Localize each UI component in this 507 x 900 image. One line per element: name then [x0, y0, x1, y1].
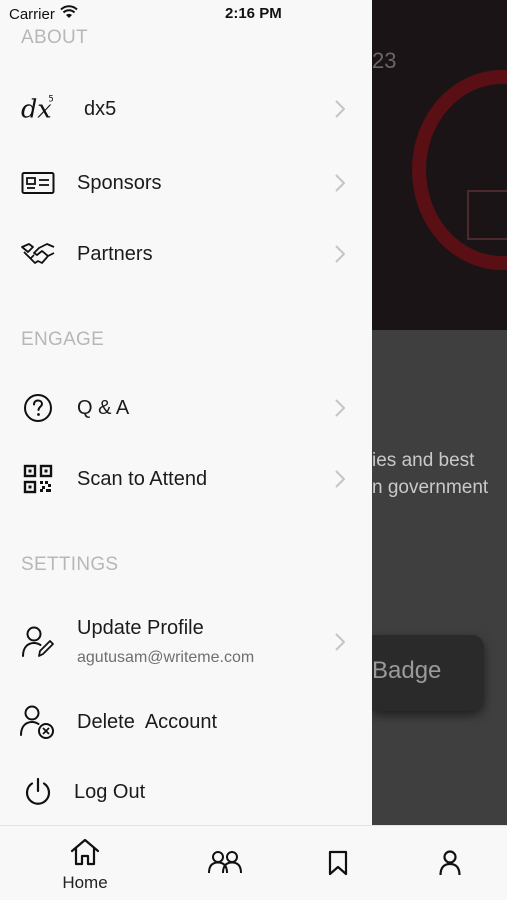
chevron-right-icon: [333, 397, 347, 419]
status-time: 2:16 PM: [225, 5, 282, 22]
carrier-name: Carrier: [9, 5, 55, 23]
menu-item-label: Log Out: [74, 780, 146, 803]
section-title-settings: SETTINGS: [21, 554, 119, 575]
user-email-text: agutusam@writeme.com: [77, 649, 255, 666]
hero-year-text: 23: [372, 48, 397, 73]
user-edit-icon: [20, 624, 56, 660]
menu-item-log-out[interactable]: Log Out: [0, 763, 372, 821]
section-title-engage: ENGAGE: [21, 329, 105, 350]
wifi-icon: [60, 5, 78, 23]
tab-profile[interactable]: [437, 826, 463, 900]
badge-button-label: Badge: [372, 657, 442, 684]
background-content: ies and best n government Badge: [372, 330, 507, 825]
menu-item-label: Q & A: [77, 396, 130, 419]
tab-home[interactable]: Home: [55, 826, 115, 900]
hero-image: 23: [372, 0, 507, 330]
qr-code-icon: [20, 461, 56, 497]
tab-label: Home: [62, 873, 108, 892]
home-icon: [70, 838, 100, 871]
menu-item-label: Update Profile: [77, 617, 204, 639]
chevron-right-icon: [333, 631, 347, 653]
chevron-right-icon: [333, 468, 347, 490]
chevron-right-icon: [333, 243, 347, 265]
tab-people[interactable]: [205, 826, 245, 900]
menu-item-update-profile[interactable]: Update Profile agutusam@writeme.com: [0, 608, 372, 676]
people-icon: [208, 850, 242, 879]
chevron-right-icon: [333, 98, 347, 120]
background-text-line: n government: [372, 477, 489, 498]
hero-frame-graphic: [467, 190, 507, 240]
menu-item-label: Sponsors: [77, 171, 162, 194]
carrier-indicator: Carrier: [9, 5, 78, 23]
handshake-icon: [20, 236, 56, 272]
menu-item-delete-account[interactable]: Delete Account: [0, 693, 372, 751]
svg-text:5: 5: [48, 94, 53, 104]
menu-item-sponsors[interactable]: Sponsors: [0, 154, 372, 212]
menu-item-scan-to-attend[interactable]: Scan to Attend: [0, 450, 372, 508]
tab-bookmarks[interactable]: [325, 826, 351, 900]
menu-item-qa[interactable]: Q & A: [0, 379, 372, 437]
menu-item-dx5[interactable]: dx 5 dx5: [0, 80, 372, 138]
user-delete-icon: [20, 704, 56, 740]
menu-item-label: Partners: [77, 242, 153, 265]
hero-ring-graphic: [412, 70, 507, 270]
menu-item-label: Delete Account: [77, 710, 218, 733]
badge-button[interactable]: Badge: [372, 635, 484, 711]
menu-item-partners[interactable]: Partners: [0, 225, 372, 283]
menu-item-label: dx5: [84, 97, 117, 120]
side-drawer: ABOUT dx 5 dx5 Sponsors Partners ENGAGE …: [0, 0, 372, 825]
tab-bar: Home: [0, 825, 507, 900]
id-card-icon: [20, 165, 56, 201]
dx5-logo-icon: dx 5: [20, 91, 56, 127]
menu-item-label: Scan to Attend: [77, 467, 208, 490]
profile-icon: [439, 850, 461, 881]
bookmark-icon: [327, 850, 349, 881]
background-text-line: ies and best: [372, 450, 475, 471]
status-bar: Carrier 2:16 PM: [0, 0, 507, 26]
chevron-right-icon: [333, 172, 347, 194]
question-circle-icon: [20, 390, 56, 426]
power-icon: [20, 774, 56, 810]
section-title-about: ABOUT: [21, 27, 88, 48]
